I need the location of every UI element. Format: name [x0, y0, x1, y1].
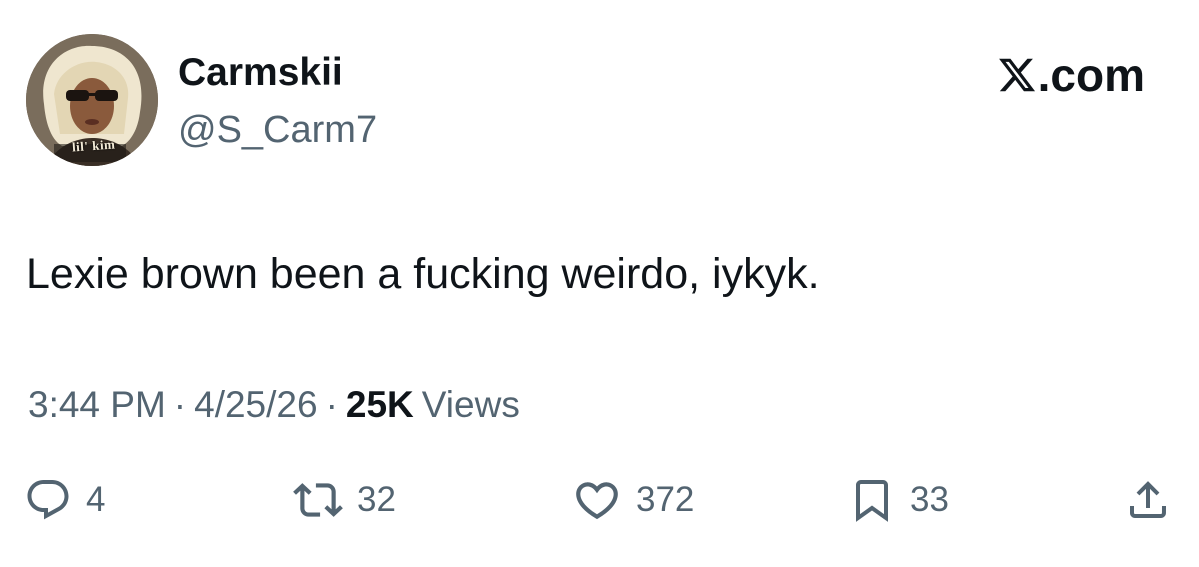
share-icon	[1130, 481, 1166, 518]
reply-count: 4	[86, 480, 106, 519]
brand-watermark: .com	[997, 49, 1145, 101]
views-label: Views	[421, 384, 520, 425]
avatar[interactable]: lil' kim	[26, 34, 158, 166]
reply-icon	[27, 480, 69, 520]
bookmark-icon	[856, 480, 888, 522]
share-button[interactable]	[1124, 474, 1172, 526]
tweet-meta: 3:44 PM · 4/25/26 · 25K Views	[28, 382, 520, 428]
tweet-date[interactable]: 4/25/26	[194, 384, 317, 425]
like-count: 372	[636, 480, 695, 519]
meta-separator: ·	[325, 384, 338, 425]
tweet-text: Lexie brown been a fucking weirdo, iykyk…	[26, 250, 820, 298]
views-count: 25K	[345, 384, 414, 425]
user-handle[interactable]: @S_Carm7	[178, 107, 377, 153]
display-name[interactable]: Carmskii	[178, 50, 343, 96]
meta-separator: ·	[173, 384, 187, 425]
like-button[interactable]: 372	[572, 474, 694, 526]
avatar-caption: lil' kim	[71, 136, 116, 155]
reply-button[interactable]: 4	[24, 474, 105, 526]
x-logo-icon	[998, 58, 1035, 92]
tweet-card: lil' kim Carmskii @S_Carm7 .com Lexie br…	[0, 0, 1199, 567]
heart-icon	[576, 482, 618, 520]
retweet-button[interactable]: 32	[293, 474, 396, 526]
retweet-icon	[293, 483, 343, 517]
bookmark-count: 33	[910, 480, 949, 519]
bookmark-button[interactable]: 33	[848, 474, 949, 526]
brand-text: .com	[1037, 49, 1145, 101]
tweet-time[interactable]: 3:44 PM	[28, 384, 166, 425]
retweet-count: 32	[357, 480, 396, 519]
